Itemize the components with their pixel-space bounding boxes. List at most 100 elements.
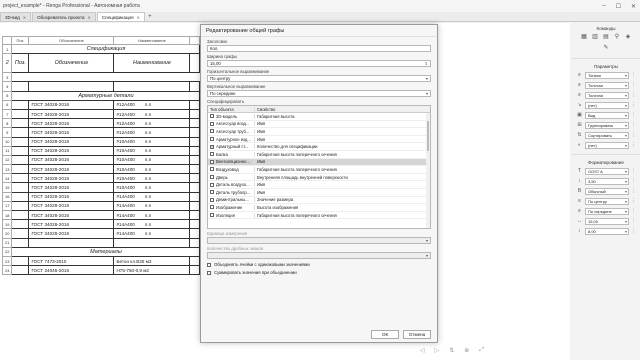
param-select[interactable]: Толстая [585, 81, 629, 89]
row-checkbox[interactable] [210, 213, 214, 218]
row-checkbox[interactable]: ✓ [210, 144, 214, 149]
param-select[interactable]: (нет) [585, 101, 629, 109]
grid-row[interactable]: Изображение Высота изображения [208, 204, 430, 212]
filter-icon[interactable]: ⚲ [614, 33, 621, 40]
sum-option[interactable]: Суммировать значения при объединении [207, 270, 431, 275]
table-icon[interactable]: ▦ [581, 33, 588, 40]
row-checkbox[interactable] [210, 129, 214, 134]
name-cell[interactable]: #10А400 п.п [113, 182, 191, 193]
name-cell[interactable]: #14А400 п.п [113, 191, 191, 202]
next-icon[interactable]: ▷ [435, 347, 440, 354]
grid-row[interactable]: Деталь трубопр... Имя [208, 189, 430, 197]
column-header[interactable]: Наименование [113, 36, 191, 45]
tab-specification[interactable]: Спецификация ✕ [96, 12, 145, 21]
width-input[interactable]: 15,00 ⇕ [207, 60, 431, 67]
more-icon[interactable]: ⋮ [631, 102, 636, 108]
row-checkbox[interactable] [210, 121, 214, 126]
more-icon[interactable]: ⋮ [631, 208, 636, 214]
grid-row[interactable]: Деминтральны... Значение размера [208, 197, 430, 205]
more-icon[interactable]: ⋮ [631, 142, 636, 148]
property-value[interactable]: Количество для спецификации [254, 144, 430, 150]
fit-icon[interactable]: ⤢ [479, 347, 484, 354]
row-checkbox[interactable] [210, 137, 214, 142]
param-select[interactable]: Толстая [585, 91, 629, 99]
designation-cell[interactable]: ГОСТ 34028-2016 [28, 228, 115, 239]
property-value[interactable]: Имя [254, 128, 430, 134]
more-icon[interactable]: ⋮ [631, 122, 636, 128]
format-select[interactable]: Обычный [585, 187, 629, 195]
maximize-icon[interactable]: ☐ [616, 3, 621, 10]
name-cell[interactable]: #14А400 п.п [113, 219, 191, 230]
designation-cell[interactable]: ГОСТ 34028-2016 [28, 200, 115, 212]
designation-cell[interactable]: ГОСТ 34028-2016 [28, 99, 115, 110]
designation-cell[interactable]: ГОСТ 34028-2016 [28, 154, 115, 166]
more-icon[interactable]: ⋮ [631, 168, 636, 174]
name-cell[interactable]: #12А400 п.п [113, 127, 191, 138]
header-input[interactable]: Кол. [207, 45, 431, 52]
row-checkbox[interactable] [210, 152, 214, 157]
designation-cell[interactable]: ГОСТ 34028-2016 [28, 136, 115, 147]
format-select[interactable]: GOST A [585, 167, 629, 175]
grid-row[interactable]: Дверь Внутренняя площадь внутренней повер… [208, 174, 430, 182]
table-row[interactable]: 15 ГОСТ 34028-2016 #10А400 п.п [1, 182, 201, 193]
more-icon[interactable]: ⋮ [631, 178, 636, 184]
param-select[interactable]: Тонкая [585, 71, 629, 79]
more-icon[interactable]: ⋮ [631, 188, 636, 194]
spin-icon[interactable]: ⇕ [425, 61, 428, 67]
grid-row[interactable]: Арматурное изд... Имя [208, 136, 430, 144]
name-cell[interactable]: #10А400 п.п [113, 173, 191, 184]
property-value[interactable]: Имя [254, 189, 430, 195]
row-icon[interactable]: ▤ [603, 33, 610, 40]
brush-icon[interactable]: ✎ [603, 44, 610, 51]
row-checkbox[interactable] [210, 205, 214, 210]
table-row[interactable]: 12 ГОСТ 34028-2016 #10А400 п.п [1, 154, 201, 166]
more-icon[interactable]: ⋮ [631, 72, 636, 78]
row-checkbox[interactable] [210, 175, 214, 180]
param-select[interactable]: (нет) [585, 141, 629, 149]
table-row[interactable]: 9 ГОСТ 34028-2016 #12А400 п.п [1, 127, 201, 138]
property-value[interactable]: Имя [254, 182, 430, 188]
grid-row[interactable]: Балка Габаритная высота поперечного сечен… [208, 151, 430, 159]
grid-row[interactable]: Изоляция Габаритная высота поперечного се… [208, 212, 430, 220]
table-row[interactable]: 6 ГОСТ 34028-2016 #12А400 п.п [1, 99, 201, 110]
name-cell[interactable]: #12А400 п.п [113, 108, 191, 120]
name-cell[interactable]: #10А400 п.п [113, 136, 191, 147]
name-cell[interactable]: #10А400 п.п [113, 164, 191, 175]
designation-cell[interactable]: ГОСТ 34028-2016 [28, 209, 115, 221]
param-select[interactable]: Вид [585, 111, 629, 119]
designation-cell[interactable]: ГОСТ 34028-2016 [28, 164, 115, 175]
name-cell[interactable]: #10А400 п.п [113, 145, 191, 156]
row-checkbox[interactable] [210, 159, 214, 164]
tab-project-browser[interactable]: Обозреватель проекта ✕ [32, 12, 96, 21]
property-value[interactable]: Габаритная высота поперечного сечения [254, 151, 430, 157]
name-cell[interactable]: #12А400 п.п [113, 118, 191, 129]
name-cell[interactable]: Бетон кл.В25 м3 [113, 255, 191, 267]
row-checkbox[interactable] [210, 197, 214, 202]
table-row[interactable]: 18 ГОСТ 34028-2016 #14А400 п.п [1, 209, 201, 221]
name-cell[interactable]: #14А400 п.п [113, 200, 191, 212]
more-icon[interactable]: ⋮ [631, 198, 636, 204]
table-row[interactable]: 16 ГОСТ 34028-2016 #14А400 п.п [1, 191, 201, 202]
format-select[interactable]: 15,00 [585, 217, 629, 225]
designation-cell[interactable]: ГОСТ 34028-2016 [28, 219, 115, 230]
grid-row[interactable]: Воздуховод Габаритная высота поперечного … [208, 166, 430, 174]
scrollbar-thumb[interactable] [427, 121, 429, 151]
designation-cell[interactable]: ГОСТ 34028-2016 [28, 182, 115, 193]
prev-icon[interactable]: ◁ [420, 347, 425, 354]
column-icon[interactable]: ▥ [592, 33, 599, 40]
table-row[interactable]: 13 ГОСТ 34028-2016 #10А400 п.п [1, 164, 201, 175]
row-checkbox[interactable] [210, 167, 214, 172]
property-value[interactable]: Имя [254, 121, 430, 127]
property-value[interactable]: Имя [254, 159, 430, 165]
name-cell[interactable]: #14А400 п.п [113, 228, 191, 239]
more-icon[interactable]: ⋮ [631, 228, 636, 234]
designation-cell[interactable]: ГОСТ 34028-2016 [28, 173, 115, 184]
table-row[interactable]: 20 ГОСТ 34028-2016 #14А400 п.п [1, 228, 201, 239]
designation-cell[interactable]: ГОСТ 34028-2016 [28, 191, 115, 202]
format-select[interactable]: По середине [585, 207, 629, 215]
tag-icon[interactable]: ◈ [625, 33, 632, 40]
designation-cell[interactable]: ГОСТ 24045-2016 [28, 265, 115, 276]
property-value[interactable]: Габаритная высота поперечного сечения [254, 166, 430, 172]
designation-cell[interactable]: ГОСТ 7473-2010 [28, 255, 115, 267]
format-select[interactable]: 8,00 [585, 227, 629, 235]
